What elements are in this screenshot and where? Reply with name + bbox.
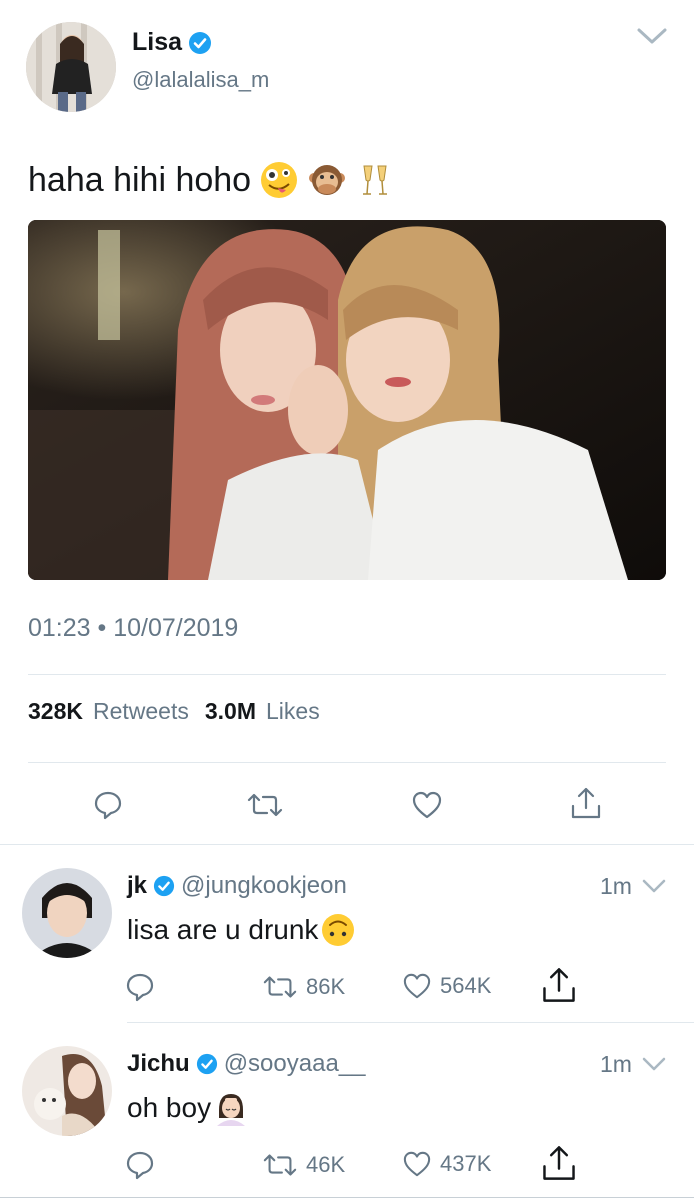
share-icon[interactable]	[540, 966, 578, 1004]
tweet-text-row: haha hihi hoho	[28, 160, 395, 200]
divider	[28, 762, 666, 763]
retweet-count: 46K	[306, 1152, 346, 1177]
like-count[interactable]: 3.0M	[205, 698, 256, 725]
retweet-action[interactable]: 86K	[262, 974, 345, 1000]
retweet-icon[interactable]	[246, 792, 284, 818]
author-handle[interactable]: @lalalalisa_m	[132, 67, 269, 93]
tweet-timestamp: 01:23 • 10/07/2019	[28, 614, 239, 642]
reply-author-name[interactable]: Jichu	[127, 1050, 190, 1078]
chevron-down-icon[interactable]	[641, 878, 667, 894]
reply-time: 1m	[600, 1051, 632, 1077]
tweet-text: haha hihi hoho	[28, 160, 252, 199]
like-count: 564K	[440, 973, 492, 998]
retweet-action[interactable]: 46K	[262, 1152, 345, 1178]
share-icon[interactable]	[540, 1144, 578, 1182]
reply-text: oh boy	[127, 1092, 212, 1123]
reply-icon[interactable]	[125, 1150, 155, 1180]
author-name[interactable]: Lisa	[132, 28, 182, 57]
tweet-stats: 328K Retweets 3.0M Likes	[28, 698, 326, 725]
chevron-down-icon[interactable]	[636, 26, 668, 46]
reply-author-handle[interactable]: @jungkookjeon	[181, 872, 347, 900]
speak-no-evil-monkey-icon	[307, 160, 347, 200]
reply-icon[interactable]	[125, 972, 155, 1002]
divider	[0, 1197, 694, 1198]
tweet-photo[interactable]	[28, 220, 666, 580]
like-count: 437K	[440, 1151, 492, 1176]
like-icon	[402, 1150, 432, 1178]
like-label[interactable]: Likes	[266, 698, 320, 725]
divider	[28, 674, 666, 675]
clinking-glasses-icon	[355, 160, 395, 200]
zany-face-icon	[259, 160, 299, 200]
retweet-icon	[262, 974, 298, 1000]
chevron-down-icon[interactable]	[641, 1056, 667, 1072]
retweet-icon	[262, 1152, 298, 1178]
reply-author-handle[interactable]: @sooyaaa__	[224, 1050, 366, 1078]
share-icon[interactable]	[570, 786, 602, 820]
like-action[interactable]: 564K	[402, 972, 491, 1000]
author-avatar[interactable]	[26, 22, 116, 112]
retweet-count[interactable]: 328K	[28, 698, 83, 725]
reply-time: 1m	[600, 873, 632, 899]
upside-down-face-icon	[320, 912, 356, 948]
reply-avatar[interactable]	[22, 868, 112, 958]
retweet-label[interactable]: Retweets	[93, 698, 189, 725]
like-icon	[402, 972, 432, 1000]
face-palm-woman-icon	[213, 1090, 249, 1126]
reply-icon[interactable]	[93, 790, 123, 820]
like-icon[interactable]	[411, 790, 443, 820]
verified-badge-icon	[153, 875, 175, 897]
verified-badge-icon	[196, 1053, 218, 1075]
retweet-count: 86K	[306, 974, 346, 999]
reply-tweet[interactable]: jk @jungkookjeon 1m lisa are u drunk 86K…	[0, 844, 694, 1022]
reply-text: lisa are u drunk	[127, 914, 319, 945]
reply-avatar[interactable]	[22, 1046, 112, 1136]
verified-badge-icon	[188, 31, 212, 55]
reply-author-name[interactable]: jk	[127, 872, 147, 900]
like-action[interactable]: 437K	[402, 1150, 491, 1178]
reply-tweet[interactable]: Jichu @sooyaaa__ 1m oh boy 46K 437K	[0, 1022, 694, 1200]
